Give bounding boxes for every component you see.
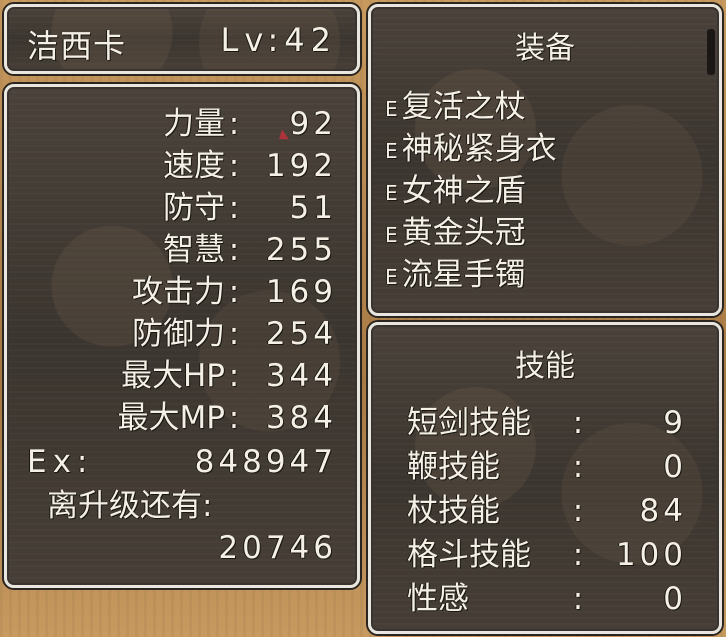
skill-name: 格斗技能 bbox=[407, 537, 531, 573]
next-level-row: 离升级还有: bbox=[7, 485, 337, 527]
equipped-mark: E bbox=[385, 223, 398, 247]
equipment-title: 装备 bbox=[515, 31, 575, 66]
stat-value: 254 bbox=[265, 316, 337, 352]
level-value: 42 bbox=[284, 21, 337, 59]
skills-title: 技能 bbox=[515, 349, 575, 384]
level-label: Lv: bbox=[220, 21, 285, 59]
stat-label: 最大HP bbox=[120, 358, 225, 394]
next-level-label: 离升级还有: bbox=[47, 488, 213, 524]
stat-label: 攻击力 bbox=[132, 274, 225, 310]
stat-label: 智慧 bbox=[163, 232, 225, 268]
skill-name: 性感 bbox=[407, 581, 469, 617]
skills-panel: 技能 短剑技能 : 9 鞭技能 : 0 杖技能 : 84 格斗技能 : 100 … bbox=[368, 322, 722, 634]
stat-row-speed: 速度 : 192 bbox=[7, 145, 337, 187]
skill-colon: : bbox=[572, 405, 584, 441]
stat-value: 384 bbox=[265, 400, 337, 436]
equipment-item-name: 神秘紧身衣 bbox=[401, 131, 557, 167]
equipped-mark: E bbox=[385, 139, 398, 163]
stat-row-defense: 防守 : 51 bbox=[7, 187, 337, 229]
character-name-panel: 洁西卡 Lv:42 bbox=[4, 4, 360, 74]
stats-panel: 力量 : 92 速度 : 192 防守 : 51 智慧 : 255 攻击力 : … bbox=[4, 84, 360, 588]
next-level-value: 20746 bbox=[218, 530, 337, 566]
skill-row: 杖技能 : 84 bbox=[371, 489, 701, 533]
equipment-item[interactable]: E 神秘紧身衣 bbox=[385, 129, 557, 169]
skill-row: 格斗技能 : 100 bbox=[371, 533, 701, 577]
experience-label: Ex: bbox=[27, 444, 94, 480]
skill-name: 短剑技能 bbox=[407, 405, 531, 441]
stat-colon: : bbox=[228, 274, 240, 310]
stat-label: 最大MP bbox=[117, 400, 225, 436]
equipment-item[interactable]: E 女神之盾 bbox=[385, 171, 526, 211]
skill-row: 性感 : 0 bbox=[371, 577, 701, 621]
stat-row-max-mp: 最大MP : 384 bbox=[7, 397, 337, 439]
equipment-item[interactable]: E 黄金头冠 bbox=[385, 213, 526, 253]
next-level-value-row: 20746 bbox=[7, 527, 337, 569]
skill-colon: : bbox=[572, 493, 584, 529]
stat-value: 255 bbox=[265, 232, 337, 268]
stat-value: 92 bbox=[289, 106, 337, 142]
skill-value: 100 bbox=[615, 537, 687, 573]
equipment-item-name: 复活之杖 bbox=[401, 89, 526, 125]
stat-row-defense-power: 防御力 : 254 bbox=[7, 313, 337, 355]
equipment-item[interactable]: E 复活之杖 bbox=[385, 87, 526, 127]
stat-colon: : bbox=[228, 232, 240, 268]
stat-label: 防守 bbox=[163, 190, 225, 226]
equipment-item[interactable]: E 流星手镯 bbox=[385, 255, 526, 295]
skill-value: 0 bbox=[663, 449, 687, 485]
stat-row-strength: 力量 : 92 bbox=[7, 103, 337, 145]
experience-row: Ex: 848947 bbox=[7, 441, 337, 483]
stat-label: 防御力 bbox=[132, 316, 225, 352]
stat-colon: : bbox=[228, 358, 240, 394]
skill-value: 84 bbox=[639, 493, 687, 529]
skill-row: 鞭技能 : 0 bbox=[371, 445, 701, 489]
skill-colon: : bbox=[572, 449, 584, 485]
stat-colon: : bbox=[228, 316, 240, 352]
stat-value: 192 bbox=[265, 148, 337, 184]
stat-value: 344 bbox=[265, 358, 337, 394]
skill-value: 9 bbox=[663, 405, 687, 441]
stat-value: 51 bbox=[289, 190, 337, 226]
character-name: 洁西卡 bbox=[27, 27, 127, 65]
equipment-item-name: 黄金头冠 bbox=[401, 215, 526, 251]
stat-colon: : bbox=[228, 106, 240, 142]
skill-name: 鞭技能 bbox=[407, 449, 500, 485]
equipped-mark: E bbox=[385, 265, 398, 289]
stat-row-wisdom: 智慧 : 255 bbox=[7, 229, 337, 271]
equipped-mark: E bbox=[385, 181, 398, 205]
stat-colon: : bbox=[228, 148, 240, 184]
stat-value: 169 bbox=[265, 274, 337, 310]
stat-label: 力量 bbox=[163, 106, 225, 142]
skill-colon: : bbox=[572, 537, 584, 573]
stat-colon: : bbox=[228, 190, 240, 226]
skill-colon: : bbox=[572, 581, 584, 617]
skill-name: 杖技能 bbox=[407, 493, 500, 529]
equipment-item-name: 女神之盾 bbox=[401, 173, 526, 209]
equipment-panel: 装备 E 复活之杖 E 神秘紧身衣 E 女神之盾 E 黄金头冠 E 流星手镯 bbox=[368, 4, 722, 316]
equipped-mark: E bbox=[385, 97, 398, 121]
skill-row: 短剑技能 : 9 bbox=[371, 401, 701, 445]
stat-row-max-hp: 最大HP : 344 bbox=[7, 355, 337, 397]
equipment-item-name: 流星手镯 bbox=[401, 257, 526, 293]
experience-value: 848947 bbox=[194, 444, 337, 480]
stat-colon: : bbox=[228, 400, 240, 436]
stat-row-attack: 攻击力 : 169 bbox=[7, 271, 337, 313]
stat-label: 速度 bbox=[163, 148, 225, 184]
skill-value: 0 bbox=[663, 581, 687, 617]
